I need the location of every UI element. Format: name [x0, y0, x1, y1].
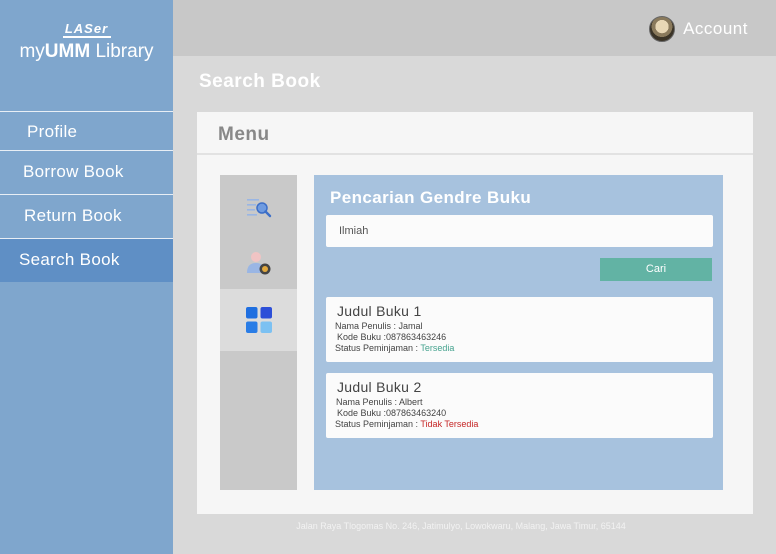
user-settings-icon [246, 252, 270, 275]
book-card[interactable]: Judul Buku 2 Nama Penulis : Albert Kode … [326, 373, 713, 438]
logo-mark: LASer [64, 21, 109, 36]
book-status-label: Status Peminjaman : [335, 419, 421, 429]
logo-underline [62, 36, 111, 38]
footer-address: Jalan Raya Tlogomas No. 246, Jatimulyo, … [296, 521, 626, 531]
sidebar-nav: Profile Borrow Book Return Book Search B… [0, 111, 173, 282]
book-code: Kode Buku :087863463240 [337, 408, 447, 418]
book-status: Status Peminjaman : Tidak Tersedia [335, 419, 478, 430]
top-bar: Account [173, 0, 776, 56]
book-author: Nama Penulis : Jamal [335, 321, 423, 331]
menu-card: Menu Pencarian Gendre Buku Ilmiah Cari J… [197, 112, 753, 514]
app-name-suffix: Library [90, 41, 154, 62]
app-name: myUMM Library [0, 41, 173, 63]
search-panel: Pencarian Gendre Buku Cari Judul Buku 1 … [314, 175, 723, 490]
book-code: Kode Buku :087863463246 [337, 332, 447, 342]
book-title: Judul Buku 1 [337, 303, 422, 319]
sidebar: LASer myUMM Library Profile Borrow Book … [0, 0, 173, 554]
sidebar-item-search-book[interactable]: Search Book [0, 238, 173, 282]
book-status-label: Status Peminjaman : [335, 343, 421, 353]
grid-icon [245, 307, 272, 333]
rail-item-search-list[interactable] [220, 180, 297, 236]
book-author: Nama Penulis : Albert [336, 397, 423, 407]
page-title: Search Book [199, 71, 321, 92]
account-label[interactable]: Account [683, 19, 748, 39]
sidebar-item-borrow-book[interactable]: Borrow Book [0, 150, 173, 194]
icon-rail [220, 175, 297, 490]
app-name-bold: UMM [44, 41, 91, 62]
search-button[interactable]: Cari [600, 258, 712, 281]
genre-search-input[interactable] [326, 215, 713, 247]
book-title: Judul Buku 2 [337, 379, 422, 395]
sidebar-item-profile[interactable]: Profile [0, 111, 173, 150]
rail-item-grid[interactable] [220, 289, 297, 351]
account-menu[interactable]: Account [649, 16, 748, 42]
sidebar-item-return-book[interactable]: Return Book [0, 194, 173, 238]
book-meta: Nama Penulis : Albert Kode Buku :0878634… [335, 397, 478, 430]
book-status-value: Tersedia [420, 343, 455, 353]
search-title: Pencarian Gendre Buku [330, 188, 532, 207]
avatar[interactable] [649, 16, 676, 42]
book-meta: Nama Penulis : Jamal Kode Buku :08786346… [335, 321, 454, 354]
book-status-value: Tidak Tersedia [420, 419, 479, 429]
logo: LASer myUMM Library [0, 22, 173, 63]
rail-item-user-settings[interactable] [220, 235, 297, 291]
book-status: Status Peminjaman : Tersedia [335, 343, 454, 354]
card-title: Menu [197, 112, 753, 155]
search-list-icon [246, 199, 271, 218]
book-card[interactable]: Judul Buku 1 Nama Penulis : Jamal Kode B… [326, 297, 713, 362]
app-name-prefix: my [19, 41, 45, 62]
